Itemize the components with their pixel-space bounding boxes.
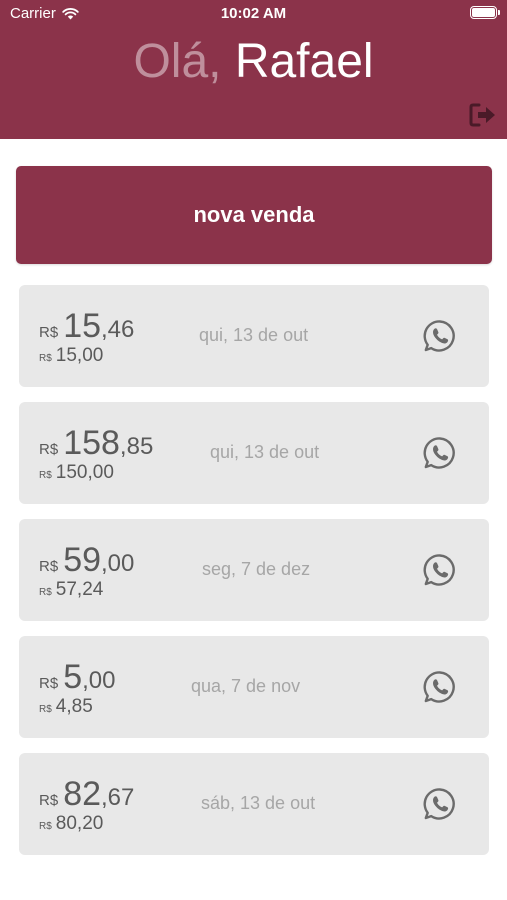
sub-amount: 57,24	[55, 579, 104, 600]
battery-icon	[470, 6, 500, 19]
currency-symbol: R$	[39, 792, 59, 809]
sale-net: R$ 150,00	[39, 462, 153, 484]
sale-card[interactable]: R$ 158 ,85 R$ 150,00 qui, 13 de out	[19, 402, 489, 504]
sub-currency-symbol: R$	[39, 353, 52, 364]
sale-net: R$ 80,20	[39, 813, 134, 835]
sale-amounts: R$ 59 ,00 R$ 57,24	[39, 541, 134, 601]
sale-amounts: R$ 15 ,46 R$ 15,00	[39, 307, 134, 367]
sale-date: qua, 7 de nov	[191, 676, 301, 696]
sale-total: R$ 59 ,00	[39, 541, 135, 579]
sub-amount: 150,00	[55, 462, 114, 483]
sub-amount: 15,00	[55, 345, 104, 366]
sale-amounts: R$ 158 ,85 R$ 150,00	[39, 424, 153, 484]
sale-amounts: R$ 82 ,67 R$ 80,20	[39, 775, 134, 835]
user-name: Rafael	[234, 35, 374, 88]
sale-total: R$ 5 ,00	[39, 658, 116, 696]
whatsapp-icon[interactable]	[423, 787, 457, 821]
amount-integer: 5	[63, 658, 83, 696]
whatsapp-icon[interactable]	[423, 670, 457, 704]
sale-net: R$ 4,85	[39, 696, 115, 718]
status-time: 10:02 AM	[220, 5, 287, 22]
amount-decimal: ,67	[101, 784, 135, 811]
sale-total: R$ 15 ,46	[39, 307, 135, 345]
sale-card[interactable]: R$ 5 ,00 R$ 4,85 qua, 7 de nov	[19, 636, 489, 738]
sale-date: qui, 13 de out	[199, 325, 309, 345]
amount-decimal: ,00	[101, 550, 135, 577]
new-sale-button[interactable]: nova venda	[16, 166, 492, 264]
whatsapp-icon[interactable]	[423, 319, 457, 353]
app-header: Carrier 10:02 AM Olá, Rafael	[0, 0, 507, 139]
sub-currency-symbol: R$	[39, 470, 52, 481]
sale-date: qui, 13 de out	[210, 442, 320, 462]
sales-list: R$ 15 ,46 R$ 15,00 qui, 13 de out R$ 158…	[19, 285, 489, 870]
sub-amount: 4,85	[55, 696, 93, 717]
sale-date: sáb, 13 de out	[201, 793, 316, 813]
new-sale-label: nova venda	[193, 202, 315, 227]
amount-integer: 82	[63, 775, 102, 813]
amount-integer: 158	[63, 424, 120, 462]
logout-icon[interactable]	[468, 102, 498, 128]
sale-total: R$ 82 ,67	[39, 775, 135, 813]
sale-total: R$ 158 ,85	[39, 424, 154, 462]
amount-decimal: ,46	[101, 316, 135, 343]
sub-currency-symbol: R$	[39, 704, 52, 715]
currency-symbol: R$	[39, 558, 59, 575]
greeting-title: Olá, Rafael	[0, 34, 507, 90]
battery-level	[472, 8, 495, 17]
sub-currency-symbol: R$	[39, 587, 52, 598]
sub-currency-symbol: R$	[39, 821, 52, 832]
sub-amount: 80,20	[55, 813, 104, 834]
battery-tip	[498, 10, 500, 15]
amount-integer: 15	[63, 307, 102, 345]
sale-amounts: R$ 5 ,00 R$ 4,85	[39, 658, 115, 718]
sale-net: R$ 15,00	[39, 345, 134, 367]
status-bar: Carrier 10:02 AM	[0, 0, 507, 28]
currency-symbol: R$	[39, 675, 59, 692]
amount-integer: 59	[63, 541, 102, 579]
whatsapp-icon[interactable]	[423, 553, 457, 587]
sale-card[interactable]: R$ 82 ,67 R$ 80,20 sáb, 13 de out	[19, 753, 489, 855]
whatsapp-icon[interactable]	[423, 436, 457, 470]
greeting-prefix: Olá,	[133, 35, 222, 88]
sale-net: R$ 57,24	[39, 579, 134, 601]
amount-decimal: ,00	[82, 667, 116, 694]
amount-decimal: ,85	[119, 433, 154, 460]
currency-symbol: R$	[39, 441, 59, 458]
sale-date: seg, 7 de dez	[202, 559, 311, 579]
sale-card[interactable]: R$ 15 ,46 R$ 15,00 qui, 13 de out	[19, 285, 489, 387]
sale-card[interactable]: R$ 59 ,00 R$ 57,24 seg, 7 de dez	[19, 519, 489, 621]
currency-symbol: R$	[39, 324, 59, 341]
